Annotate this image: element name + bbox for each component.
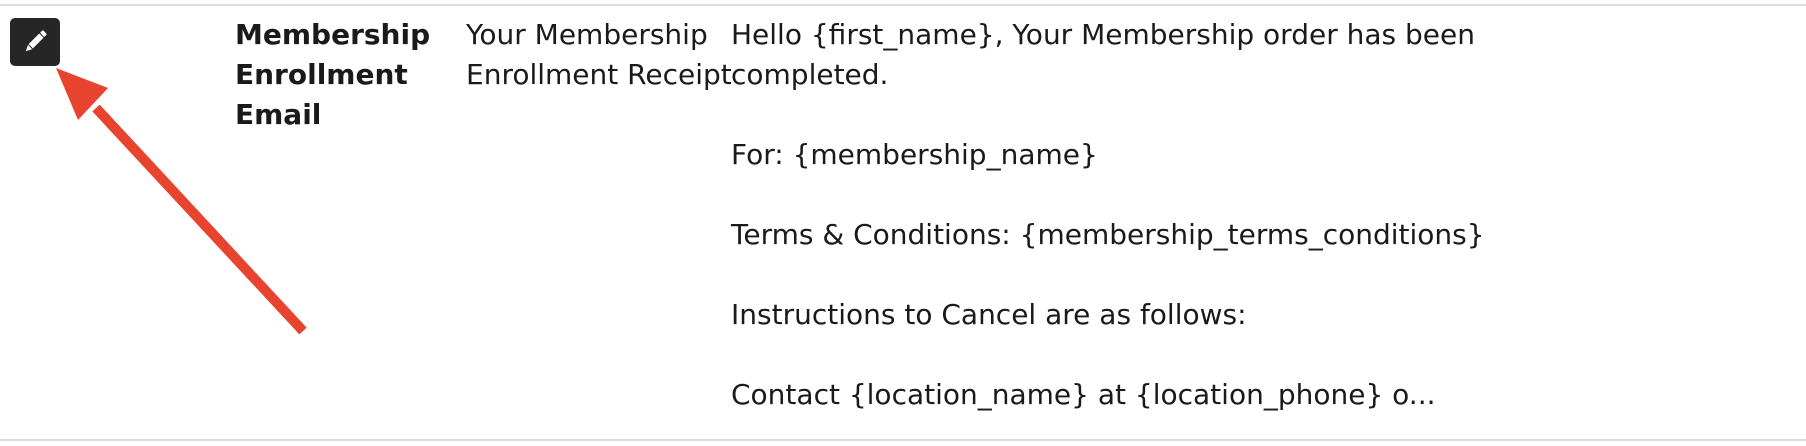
template-name: Membership Enrollment Email	[235, 15, 455, 135]
email-subject: Your Membership Enrollment Receipt	[466, 15, 732, 95]
email-body-line: For: {membership_name}	[731, 138, 1098, 171]
row-top-border	[0, 4, 1806, 6]
email-body-preview: Hello {first_name}, Your Membership orde…	[731, 15, 1731, 415]
email-subject-line: Enrollment Receipt	[466, 58, 732, 91]
email-body-line: Hello {first_name}, Your Membership orde…	[731, 18, 1475, 51]
email-body-line: Terms & Conditions: {membership_terms_co…	[731, 218, 1485, 251]
template-name-line: Email	[235, 98, 322, 131]
email-body-line: Contact {location_name} at {location_pho…	[731, 378, 1436, 411]
email-subject-line: Your Membership	[466, 18, 708, 51]
template-name-line: Enrollment	[235, 58, 408, 91]
pencil-icon	[25, 30, 47, 52]
email-body-line: Instructions to Cancel are as follows:	[731, 298, 1247, 331]
email-body-line: completed.	[731, 58, 889, 91]
template-name-line: Membership	[235, 18, 431, 51]
row-bottom-border	[0, 439, 1806, 441]
edit-button[interactable]	[10, 18, 60, 66]
